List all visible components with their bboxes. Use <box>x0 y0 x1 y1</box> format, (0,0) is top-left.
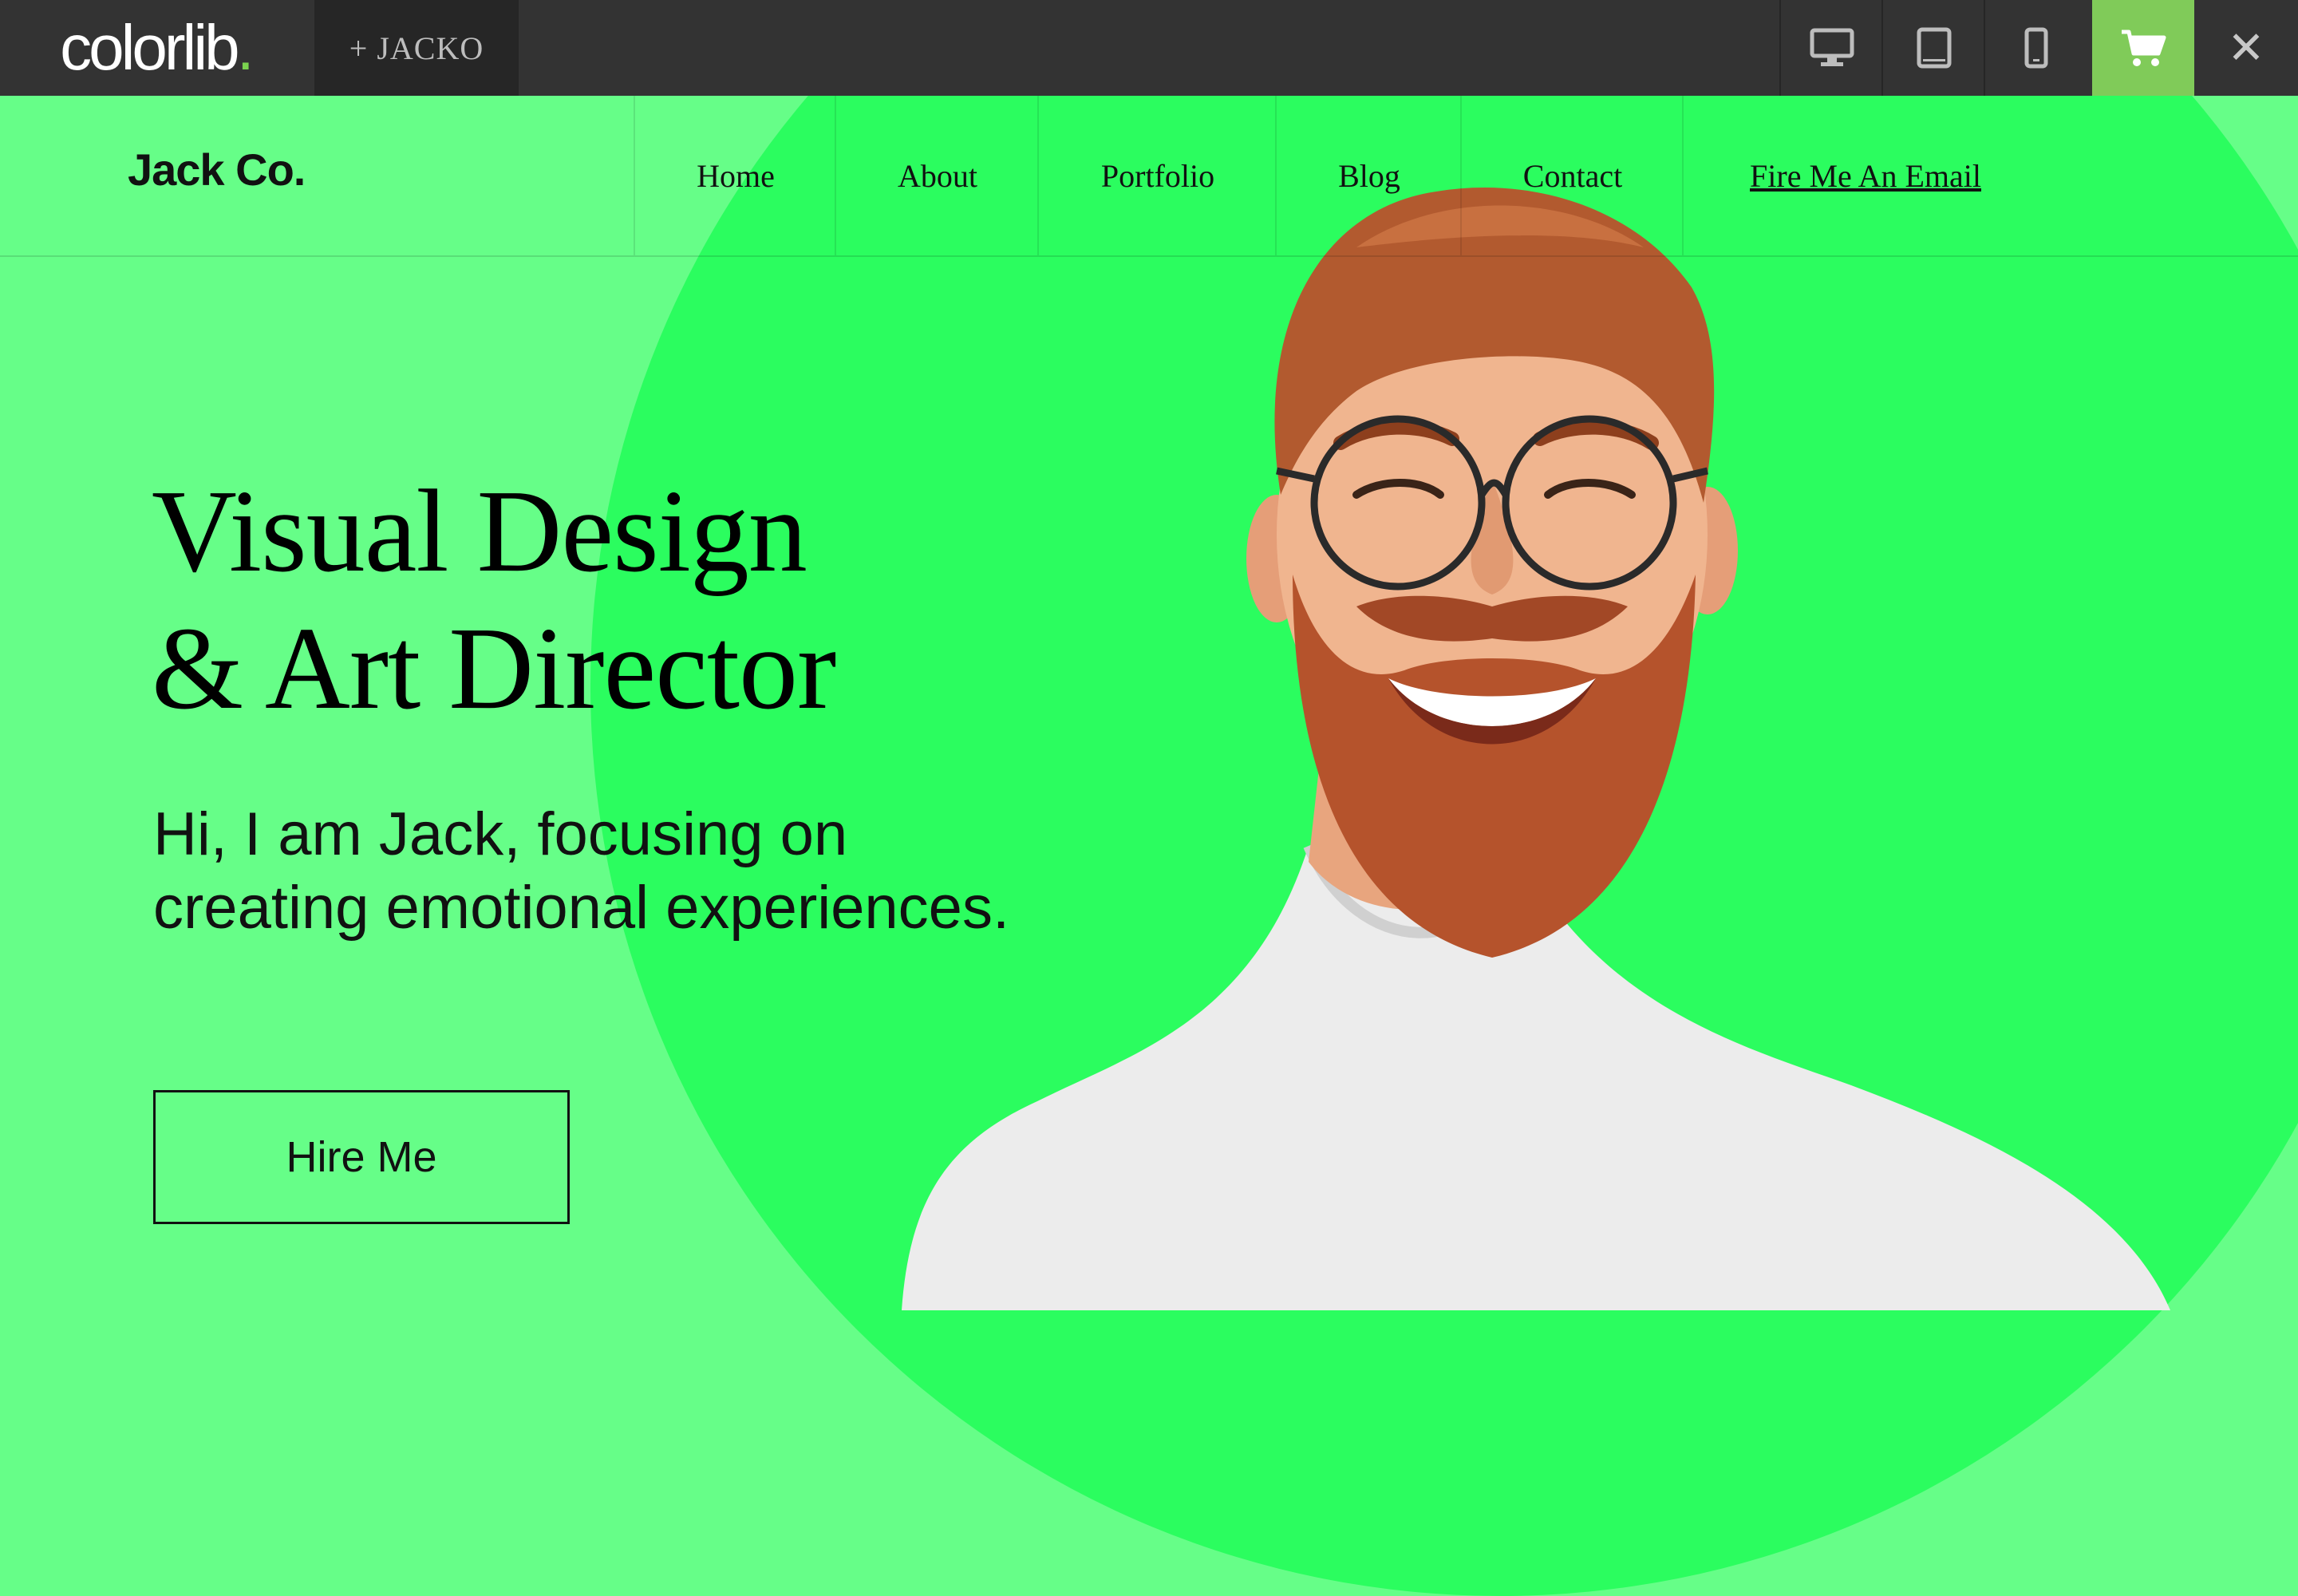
hero-intro-text: Hi, I am Jack, focusing on creating emot… <box>153 800 1010 942</box>
colorlib-logo-dot: . <box>236 12 255 83</box>
desktop-view-button[interactable] <box>1779 0 1883 96</box>
cart-icon <box>2122 30 2166 66</box>
theme-name-tab[interactable]: + JACKO <box>314 0 519 96</box>
mobile-icon <box>2024 27 2048 69</box>
tablet-view-button[interactable] <box>1881 0 1985 96</box>
hire-me-button[interactable]: Hire Me <box>153 1090 570 1224</box>
portrait-photo <box>902 188 2170 1310</box>
nav-email-link[interactable]: Fire Me An Email <box>1682 96 2047 255</box>
hero-headline-line-1: Visual Design <box>152 466 807 597</box>
nav-about[interactable]: About <box>835 96 1039 255</box>
mobile-view-button[interactable] <box>1984 0 2087 96</box>
hero-headline: Visual Design & Art Director <box>152 463 836 737</box>
nav-blog[interactable]: Blog <box>1275 96 1462 255</box>
colorlib-logo[interactable]: colorlib. <box>0 0 314 96</box>
tablet-icon <box>1917 27 1952 69</box>
nav-portfolio[interactable]: Portfolio <box>1037 96 1277 255</box>
buy-cart-button[interactable] <box>2092 0 2194 96</box>
close-preview-button[interactable]: ✕ <box>2194 0 2298 96</box>
close-icon: ✕ <box>2227 22 2265 73</box>
nav-contact[interactable]: Contact <box>1460 96 1684 255</box>
hero-headline-line-2: & Art Director <box>152 603 836 734</box>
site-navbar: Jack Co. Home About Portfolio Blog Conta… <box>0 96 2298 257</box>
site-logo[interactable]: Jack Co. <box>128 144 306 196</box>
colorlib-logo-text: colorlib <box>60 12 239 83</box>
preview-toolbar: colorlib. + JACKO ✕ <box>0 0 2298 96</box>
desktop-icon <box>1810 28 1854 66</box>
nav-home[interactable]: Home <box>634 96 836 255</box>
